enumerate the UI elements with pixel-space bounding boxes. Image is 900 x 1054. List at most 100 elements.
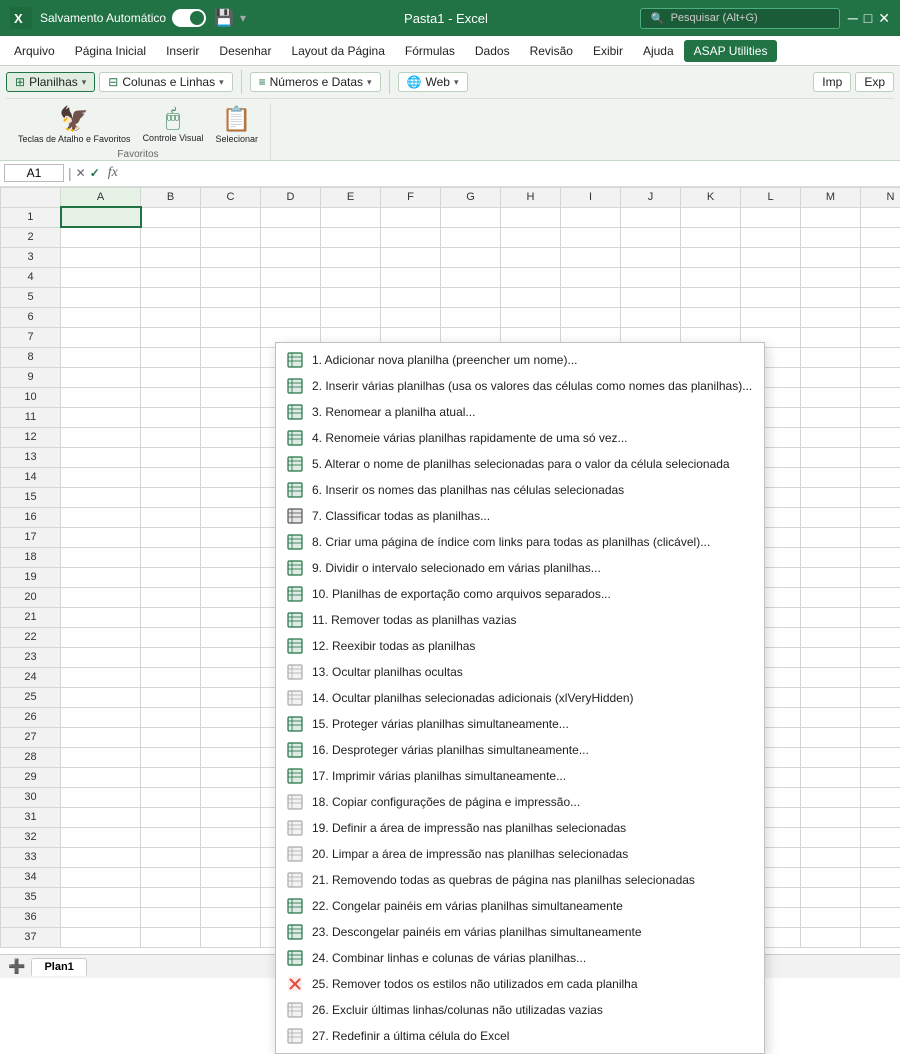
cell-M22[interactable] bbox=[801, 627, 861, 647]
cell-M11[interactable] bbox=[801, 407, 861, 427]
dropdown-item-5[interactable]: 5. Alterar o nome de planilhas seleciona… bbox=[276, 451, 764, 477]
cell-A2[interactable] bbox=[61, 227, 141, 247]
cell-J2[interactable] bbox=[621, 227, 681, 247]
dropdown-item-22[interactable]: 22. Congelar painéis em várias planilhas… bbox=[276, 893, 764, 919]
cell-D1[interactable] bbox=[261, 207, 321, 227]
cell-I6[interactable] bbox=[561, 307, 621, 327]
cell-M25[interactable] bbox=[801, 687, 861, 707]
cell-I1[interactable] bbox=[561, 207, 621, 227]
cell-M36[interactable] bbox=[801, 907, 861, 927]
dropdown-item-9[interactable]: 9. Dividir o intervalo selecionado em vá… bbox=[276, 555, 764, 581]
cell-C11[interactable] bbox=[201, 407, 261, 427]
cell-A18[interactable] bbox=[61, 547, 141, 567]
cell-M1[interactable] bbox=[801, 207, 861, 227]
cell-A8[interactable] bbox=[61, 347, 141, 367]
cell-A28[interactable] bbox=[61, 747, 141, 767]
cell-L2[interactable] bbox=[741, 227, 801, 247]
cell-B13[interactable] bbox=[141, 447, 201, 467]
cell-C13[interactable] bbox=[201, 447, 261, 467]
cell-B16[interactable] bbox=[141, 507, 201, 527]
cell-M31[interactable] bbox=[801, 807, 861, 827]
cell-C1[interactable] bbox=[201, 207, 261, 227]
cell-E4[interactable] bbox=[321, 267, 381, 287]
menu-item-desenhar[interactable]: Desenhar bbox=[209, 40, 281, 62]
cell-D5[interactable] bbox=[261, 287, 321, 307]
cell-C34[interactable] bbox=[201, 867, 261, 887]
cell-C9[interactable] bbox=[201, 367, 261, 387]
cell-N10[interactable] bbox=[861, 387, 900, 407]
cell-N16[interactable] bbox=[861, 507, 900, 527]
cell-A34[interactable] bbox=[61, 867, 141, 887]
confirm-formula-icon[interactable]: ✓ bbox=[90, 166, 100, 180]
cell-A16[interactable] bbox=[61, 507, 141, 527]
cell-N22[interactable] bbox=[861, 627, 900, 647]
cell-A15[interactable] bbox=[61, 487, 141, 507]
cell-A5[interactable] bbox=[61, 287, 141, 307]
cell-C26[interactable] bbox=[201, 707, 261, 727]
cell-A26[interactable] bbox=[61, 707, 141, 727]
cell-C18[interactable] bbox=[201, 547, 261, 567]
cell-L6[interactable] bbox=[741, 307, 801, 327]
cell-N37[interactable] bbox=[861, 927, 900, 947]
cell-M29[interactable] bbox=[801, 767, 861, 787]
cell-C36[interactable] bbox=[201, 907, 261, 927]
cell-A36[interactable] bbox=[61, 907, 141, 927]
cell-J1[interactable] bbox=[621, 207, 681, 227]
cell-N26[interactable] bbox=[861, 707, 900, 727]
cell-A12[interactable] bbox=[61, 427, 141, 447]
cell-N25[interactable] bbox=[861, 687, 900, 707]
dropdown-item-18[interactable]: 18. Copiar configurações de página e imp… bbox=[276, 789, 764, 815]
cell-M12[interactable] bbox=[801, 427, 861, 447]
cell-M15[interactable] bbox=[801, 487, 861, 507]
cell-N6[interactable] bbox=[861, 307, 900, 327]
dropdown-item-13[interactable]: 13. Ocultar planilhas ocultas bbox=[276, 659, 764, 685]
cell-F3[interactable] bbox=[381, 247, 441, 267]
cell-C2[interactable] bbox=[201, 227, 261, 247]
cell-B19[interactable] bbox=[141, 567, 201, 587]
cell-M26[interactable] bbox=[801, 707, 861, 727]
cell-I3[interactable] bbox=[561, 247, 621, 267]
cell-N36[interactable] bbox=[861, 907, 900, 927]
dropdown-item-19[interactable]: 19. Definir a área de impressão nas plan… bbox=[276, 815, 764, 841]
dropdown-item-3[interactable]: 3. Renomear a planilha atual... bbox=[276, 399, 764, 425]
cell-B32[interactable] bbox=[141, 827, 201, 847]
dropdown-item-27[interactable]: 27. Redefinir a última célula do Excel bbox=[276, 1023, 764, 1049]
cell-reference-input[interactable] bbox=[4, 164, 64, 182]
cell-G2[interactable] bbox=[441, 227, 501, 247]
cell-B20[interactable] bbox=[141, 587, 201, 607]
cell-M3[interactable] bbox=[801, 247, 861, 267]
cell-C12[interactable] bbox=[201, 427, 261, 447]
dropdown-item-2[interactable]: 2. Inserir várias planilhas (usa os valo… bbox=[276, 373, 764, 399]
planilhas-dropdown-btn[interactable]: ⊞ Planilhas ▾ bbox=[6, 72, 95, 92]
minimize-btn[interactable]: ─ bbox=[848, 10, 858, 27]
cell-B11[interactable] bbox=[141, 407, 201, 427]
cell-C17[interactable] bbox=[201, 527, 261, 547]
dropdown-item-25[interactable]: 25. Remover todos os estilos não utiliza… bbox=[276, 971, 764, 997]
cell-C27[interactable] bbox=[201, 727, 261, 747]
cell-N28[interactable] bbox=[861, 747, 900, 767]
cell-C23[interactable] bbox=[201, 647, 261, 667]
cell-F6[interactable] bbox=[381, 307, 441, 327]
cell-N21[interactable] bbox=[861, 607, 900, 627]
cell-I4[interactable] bbox=[561, 267, 621, 287]
cell-J5[interactable] bbox=[621, 287, 681, 307]
maximize-btn[interactable]: □ bbox=[864, 10, 872, 27]
cell-A7[interactable] bbox=[61, 327, 141, 347]
cell-A25[interactable] bbox=[61, 687, 141, 707]
cell-I2[interactable] bbox=[561, 227, 621, 247]
cell-G1[interactable] bbox=[441, 207, 501, 227]
cell-B8[interactable] bbox=[141, 347, 201, 367]
cell-A19[interactable] bbox=[61, 567, 141, 587]
cell-M35[interactable] bbox=[801, 887, 861, 907]
cell-C35[interactable] bbox=[201, 887, 261, 907]
imp-btn[interactable]: Imp bbox=[813, 72, 851, 92]
autosave-toggle[interactable] bbox=[172, 9, 206, 27]
cell-N4[interactable] bbox=[861, 267, 900, 287]
cell-N18[interactable] bbox=[861, 547, 900, 567]
cell-D2[interactable] bbox=[261, 227, 321, 247]
cell-C4[interactable] bbox=[201, 267, 261, 287]
cell-A13[interactable] bbox=[61, 447, 141, 467]
cell-N2[interactable] bbox=[861, 227, 900, 247]
cell-C25[interactable] bbox=[201, 687, 261, 707]
cell-N8[interactable] bbox=[861, 347, 900, 367]
